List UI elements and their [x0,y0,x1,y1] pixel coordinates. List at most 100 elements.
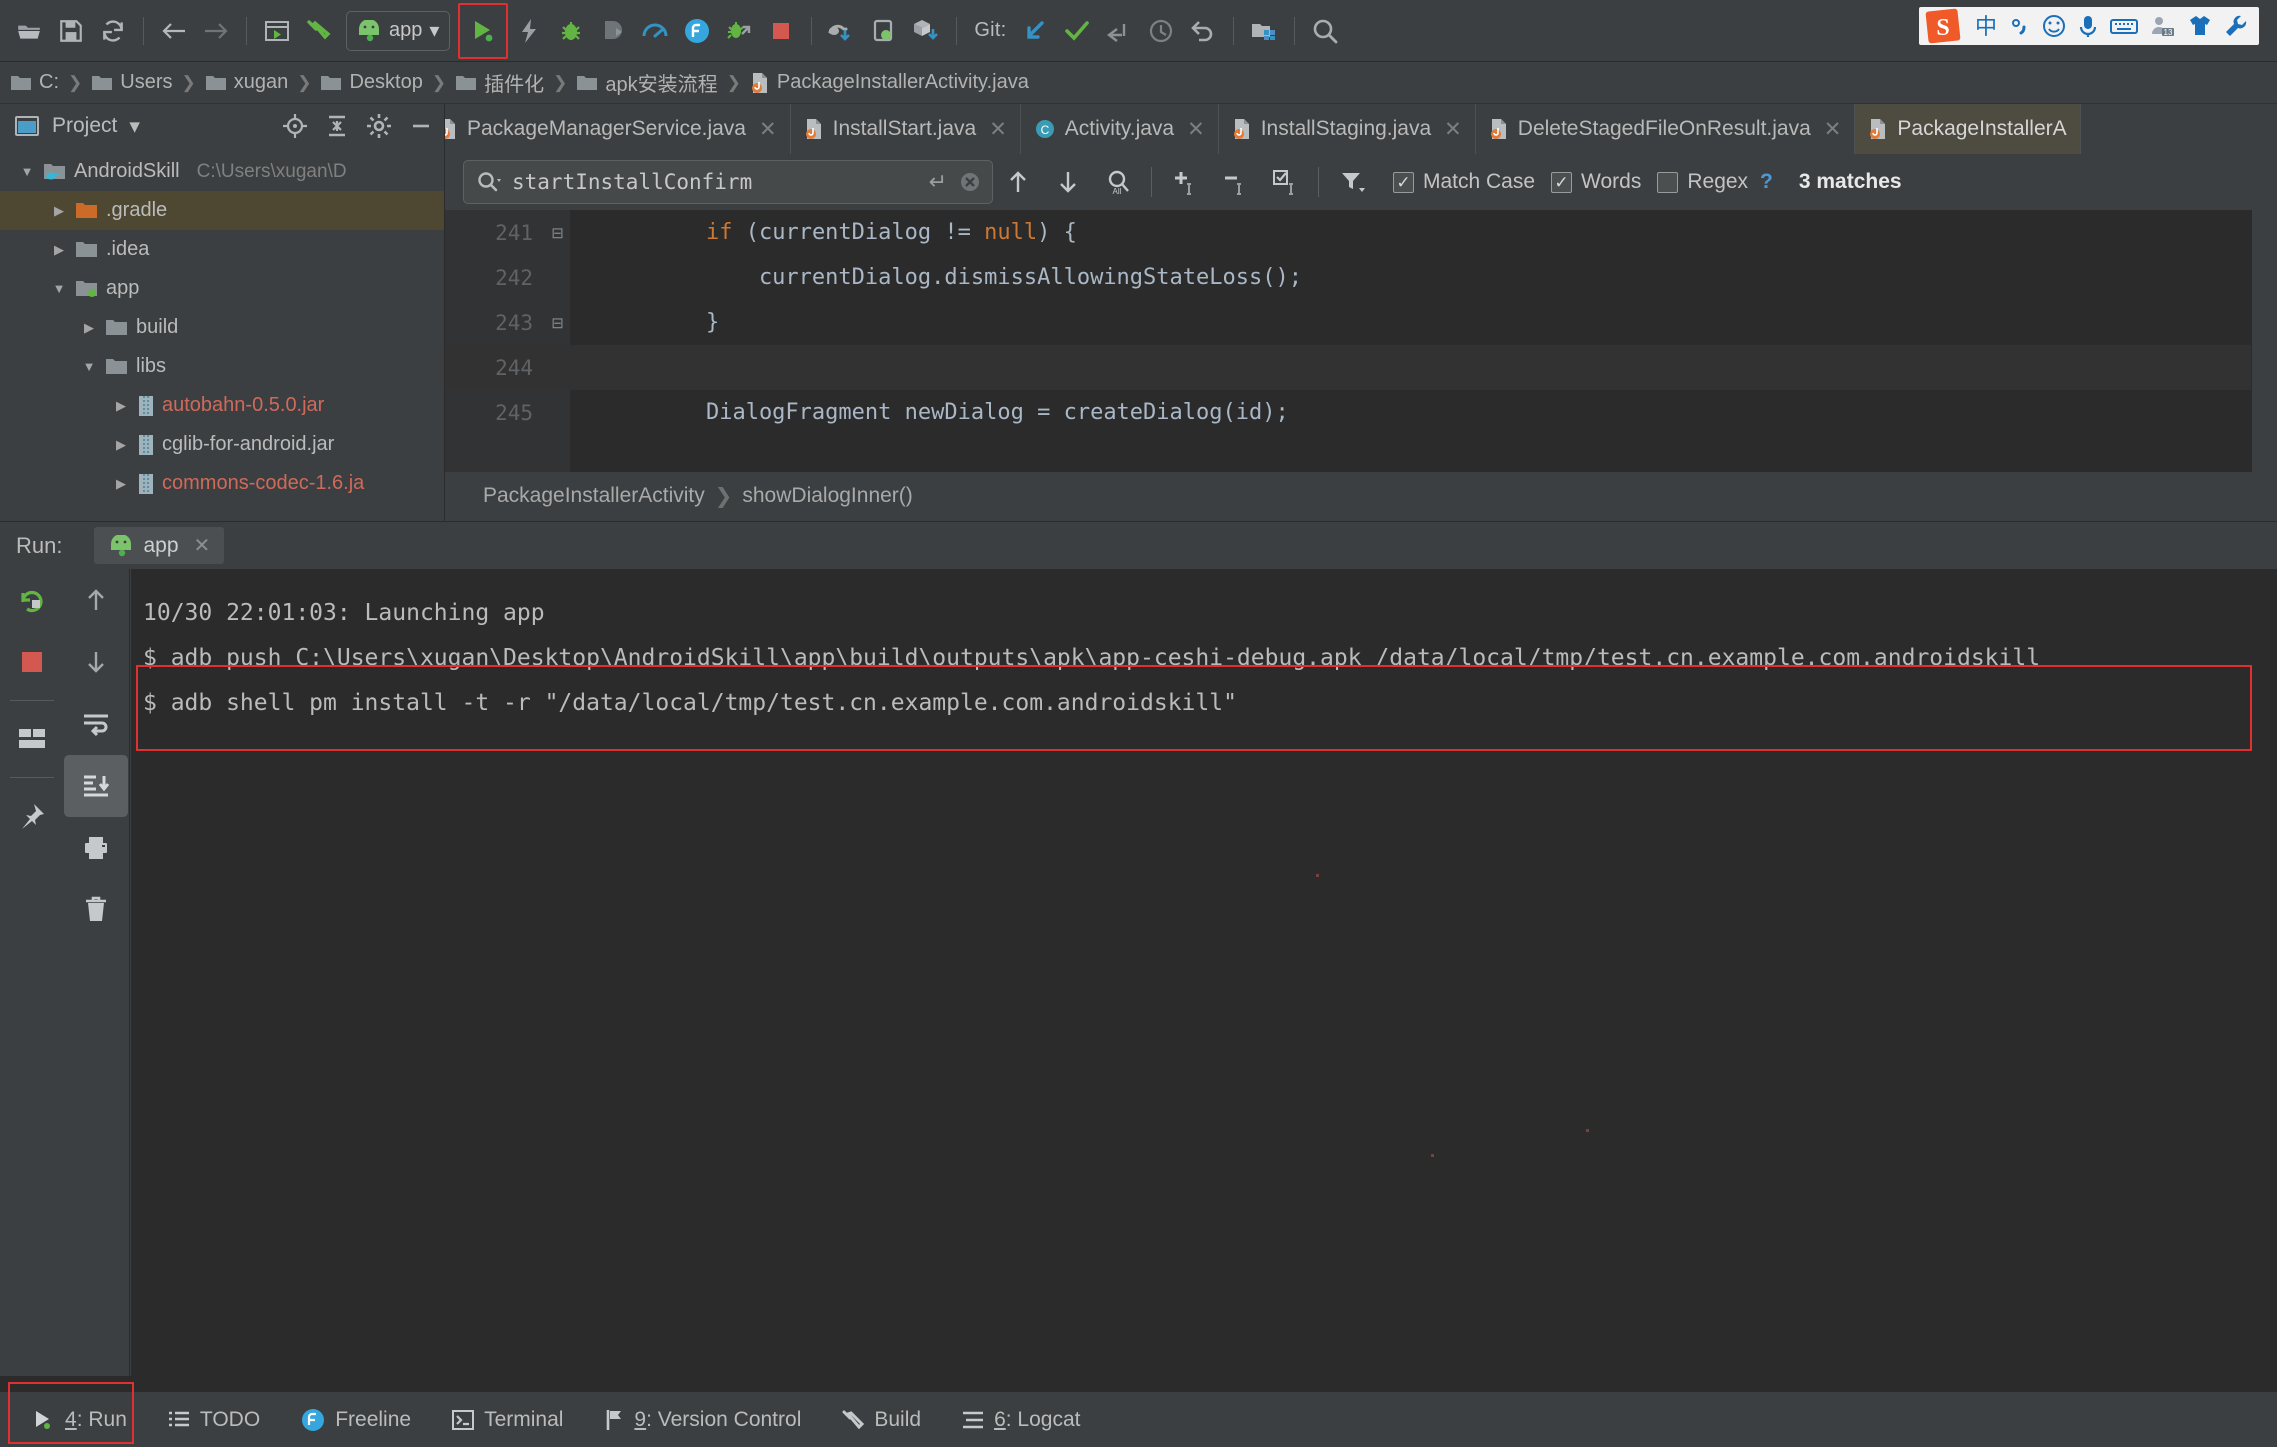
rerun-icon[interactable] [0,569,64,631]
breadcrumb-item-1[interactable]: Users [91,71,172,94]
avd-manager-icon[interactable] [256,11,298,51]
stop-icon[interactable] [0,631,64,693]
close-icon[interactable]: ✕ [1444,117,1462,142]
tree-row[interactable]: ▶ .idea [0,230,444,269]
editor-tab-activity[interactable]: C Activity.java ✕ [1021,104,1219,154]
expand-arrow-icon[interactable]: ▶ [112,437,130,453]
breadcrumb-item-6[interactable]: PackageInstallerActivity.java [750,71,1029,94]
status-item-todo[interactable]: TODO [147,1408,280,1432]
status-item-build[interactable]: Build [821,1408,941,1432]
breadcrumb-item-5[interactable]: apk安装流程 [576,68,718,97]
match-case-checkbox[interactable]: Match Case [1393,170,1535,194]
status-item-freeline[interactable]: Freeline [280,1407,431,1433]
run-with-coverage-icon[interactable] [718,11,760,51]
run-icon[interactable] [468,18,498,44]
tree-row[interactable]: ▶ .gradle [0,191,444,230]
code-editor[interactable]: 241 ⊟ if (currentDialog != null) { 242 c… [445,210,2277,472]
editor-tab-install-start[interactable]: InstallStart.java ✕ [791,104,1021,154]
close-icon[interactable]: ✕ [1187,117,1205,142]
fold-marker-icon[interactable]: ⊟ [545,224,570,242]
expand-arrow-icon[interactable]: ▼ [50,281,68,296]
editor-tab-install-staging[interactable]: InstallStaging.java ✕ [1219,104,1476,154]
checkbox-indicator[interactable] [1393,171,1414,193]
soft-wrap-icon[interactable] [64,693,128,755]
expand-arrow-icon[interactable]: ▶ [50,242,68,258]
tree-row[interactable]: ▼ libs [0,347,444,386]
expand-arrow-icon[interactable]: ▼ [18,164,36,179]
collapse-all-icon[interactable] [320,110,354,142]
sync-icon[interactable] [92,11,134,51]
git-revert-icon[interactable] [1182,11,1224,51]
expand-arrow-icon[interactable]: ▶ [80,320,98,336]
ime-skin-icon[interactable] [2187,9,2213,43]
save-all-icon[interactable] [50,11,92,51]
status-item-terminal[interactable]: Terminal [431,1408,583,1432]
status-item-run[interactable]: 4: Run [12,1408,147,1432]
open-icon[interactable] [8,11,50,51]
words-checkbox[interactable]: Words [1551,170,1641,194]
filter-icon[interactable] [1327,160,1377,204]
run-session-tab[interactable]: app ✕ [94,527,225,564]
run-configuration-selector[interactable]: app ▾ [346,10,451,51]
search-icon[interactable] [476,170,502,194]
checkbox-indicator[interactable] [1657,171,1679,193]
editor-breadcrumb-method[interactable]: showDialogInner() [742,484,912,508]
scroll-up-icon[interactable] [64,569,128,631]
apply-changes-icon[interactable] [508,11,550,51]
editor-breadcrumb-class[interactable]: PackageInstallerActivity [483,484,705,508]
search-input[interactable]: startInstallConfirm ↵ [463,160,993,204]
ime-tools-icon[interactable] [2223,9,2249,43]
back-icon[interactable] [153,11,195,51]
select-all-icon[interactable] [1260,160,1310,204]
git-update-icon[interactable] [1014,11,1056,51]
build-hammer-icon[interactable] [298,11,340,51]
settings-gear-icon[interactable] [362,110,396,142]
editor-tab-delete-staged-file-on-result[interactable]: DeleteStagedFileOnResult.java ✕ [1476,104,1856,154]
stop-icon[interactable] [760,11,802,51]
expand-arrow-icon[interactable]: ▼ [80,359,98,374]
help-icon[interactable]: ? [1760,170,1773,194]
run-console[interactable]: 10/30 22:01:03: Launching app $ adb push… [131,569,2277,1376]
git-history-icon[interactable] [1140,11,1182,51]
breadcrumb-item-4[interactable]: 插件化 [455,68,544,97]
debug-icon[interactable] [550,11,592,51]
tree-row[interactable]: ▶ build [0,308,444,347]
fold-marker-icon[interactable]: ⊟ [545,314,570,332]
editor-tab-package-manager-service[interactable]: PackageManagerService.java ✕ [445,104,791,154]
expand-arrow-icon[interactable]: ▶ [50,203,68,219]
locate-file-icon[interactable] [278,110,312,142]
tree-row[interactable]: ▼ AndroidSkill C:\Users\xugan\D [0,152,444,191]
close-icon[interactable]: ✕ [989,117,1007,142]
clear-all-icon[interactable] [64,879,128,941]
gradle-sync-icon[interactable] [821,11,863,51]
status-item-logcat[interactable]: 6: Logcat [941,1408,1100,1432]
close-icon[interactable]: ✕ [194,533,211,558]
pin-tab-icon[interactable] [0,785,64,847]
breadcrumb-item-0[interactable]: C: [10,71,59,94]
editor-scrollbar[interactable] [2251,210,2277,472]
editor-tab-package-installer-activity[interactable]: PackageInstallerA [1855,104,2081,154]
clear-icon[interactable] [957,169,983,195]
remove-selection-icon[interactable] [1210,160,1260,204]
status-item-version-control[interactable]: 9: Version Control [583,1408,821,1432]
regex-checkbox[interactable]: Regex [1657,170,1748,194]
close-icon[interactable]: ✕ [1824,117,1842,142]
find-next-icon[interactable] [1043,160,1093,204]
git-commit-icon[interactable] [1056,11,1098,51]
expand-arrow-icon[interactable]: ▶ [112,398,130,414]
tree-row[interactable]: ▶ cglib-for-android.jar [0,425,444,464]
tree-row[interactable]: ▼ app [0,269,444,308]
scroll-down-icon[interactable] [64,631,128,693]
git-push-icon[interactable] [1098,11,1140,51]
layout-inspector-icon[interactable] [0,708,64,770]
scroll-to-end-icon[interactable] [64,755,128,817]
tree-row[interactable]: ▶ autobahn-0.5.0.jar [0,386,444,425]
project-structure-icon[interactable] [1243,11,1285,51]
expand-arrow-icon[interactable]: ▶ [112,476,130,492]
search-everywhere-icon[interactable] [1304,11,1346,51]
chevron-down-icon[interactable]: ▾ [429,18,439,43]
checkbox-indicator[interactable] [1551,171,1573,193]
hide-icon[interactable] [404,110,438,142]
sogou-logo-icon[interactable]: S [1923,8,1963,44]
forward-icon[interactable] [195,11,237,51]
